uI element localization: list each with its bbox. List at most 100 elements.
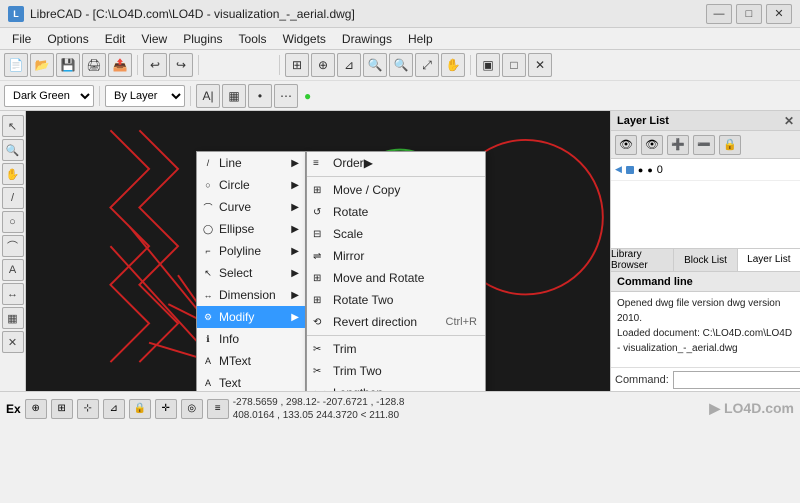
menu-options[interactable]: Options [39,28,96,49]
submenu-move-rotate[interactable]: ⊞ Move and Rotate [307,267,485,289]
dimension-arrow: ▶ [291,290,299,301]
menu-item-circle[interactable]: ○ Circle ▶ [197,174,305,196]
menu-item-line[interactable]: / Line ▶ [197,152,305,174]
menu-widgets[interactable]: Widgets [275,28,334,49]
menu-item-curve[interactable]: ⌒ Curve ▶ [197,196,305,218]
submenu-move-copy[interactable]: ⊞ Move / Copy [307,179,485,201]
pan-button[interactable]: ✋ [441,53,465,77]
submenu-lengthen[interactable]: ⟺ Lengthen [307,382,485,391]
modify-arrow: ▶ [291,312,299,323]
separator-1 [137,55,138,75]
export-button[interactable]: 📤 [108,53,132,77]
tab-library-browser[interactable]: Library Browser [611,249,674,271]
lt-circle[interactable]: ○ [2,211,24,233]
lt-dim[interactable]: ↔ [2,283,24,305]
lt-line[interactable]: / [2,187,24,209]
extra-status-btn[interactable]: ≡ [207,399,229,419]
menu-drawings[interactable]: Drawings [334,28,400,49]
layer-visible-btn[interactable]: 👁 [615,135,637,155]
minimize-button[interactable]: — [706,4,732,24]
menu-plugins[interactable]: Plugins [175,28,230,49]
revert-icon: ⟲ [313,317,321,328]
menu-tools[interactable]: Tools [231,28,275,49]
menu-item-text[interactable]: A Text [197,372,305,391]
menu-edit[interactable]: Edit [97,28,134,49]
ortho-status-btn[interactable]: ⊿ [103,399,125,419]
layer-add-btn[interactable]: ➕ [667,135,689,155]
menu-view[interactable]: View [133,28,175,49]
snap-status-btn[interactable]: ⊕ [25,399,47,419]
command-input[interactable] [673,371,800,389]
rel-status-btn[interactable]: ◎ [181,399,203,419]
grid-button[interactable]: ⊞ [285,53,309,77]
maximize-button[interactable]: □ [736,4,762,24]
ortho-button[interactable]: ⊿ [337,53,361,77]
more-btn[interactable]: ⋯ [274,84,298,108]
lock-status-btn[interactable]: 🔒 [129,399,151,419]
coord-status-btn[interactable]: ✛ [155,399,177,419]
pen-dropdown[interactable]: By Layer [105,85,185,107]
menu-help[interactable]: Help [400,28,441,49]
layer-freeze-btn[interactable]: 👁 [641,135,663,155]
layer-row-0[interactable]: ◀ ● ● 0 [611,159,800,181]
submenu-scale[interactable]: ⊟ Scale [307,223,485,245]
lt-pan[interactable]: ✋ [2,163,24,185]
redo-button[interactable]: ↪ [169,53,193,77]
menu-item-mtext[interactable]: A MText [197,350,305,372]
lt-zoom[interactable]: 🔍 [2,139,24,161]
submenu-trim[interactable]: ✂ Trim [307,338,485,360]
lt-erase[interactable]: ✕ [2,331,24,353]
canvas-area[interactable]: / Line ▶ ○ Circle ▶ ⌒ Curve ▶ ◯ Ellipse [26,111,610,391]
select-all-button[interactable]: ▣ [476,53,500,77]
submenu-rotate-two[interactable]: ⊞ Rotate Two [307,289,485,311]
deselect-button[interactable]: □ [502,53,526,77]
submenu-revert[interactable]: ⟲ Revert direction Ctrl+R [307,311,485,333]
point-btn[interactable]: • [248,84,272,108]
open-button[interactable]: 📂 [30,53,54,77]
lt-pointer[interactable]: ↖ [2,115,24,137]
lengthen-icon: ⟺ [313,388,327,392]
zoom-fit-button[interactable]: ⤢ [415,53,439,77]
submenu-order[interactable]: ≡ Order ▶ [307,152,485,174]
submenu-trim-two[interactable]: ✂ Trim Two [307,360,485,382]
app-icon: L [8,6,24,22]
delete-button[interactable]: ✕ [528,53,552,77]
hatch-btn[interactable]: ▦ [222,84,246,108]
toolbar-row-2: Dark Green By Layer A| ▦ • ⋯ ● [0,80,800,110]
tab-layer-list[interactable]: Layer List [738,249,800,271]
menu-file[interactable]: File [4,28,39,49]
grid-status-btn[interactable]: ⊞ [51,399,73,419]
zoom-in-button[interactable]: 🔍 [363,53,387,77]
menu-item-info[interactable]: ℹ Info [197,328,305,350]
zoom-out-button[interactable]: 🔍 [389,53,413,77]
snap2-status-btn[interactable]: ⊹ [77,399,99,419]
line-icon: / [201,156,215,170]
command-header: Command line [611,272,800,292]
menu-item-ellipse[interactable]: ◯ Ellipse ▶ [197,218,305,240]
submenu-mirror[interactable]: ⇌ Mirror [307,245,485,267]
lt-hatch[interactable]: ▦ [2,307,24,329]
lt-text[interactable]: A [2,259,24,281]
snap-button[interactable]: ⊕ [311,53,335,77]
select-arrow: ▶ [291,268,299,279]
text-btn[interactable]: A| [196,84,220,108]
menu-item-dimension[interactable]: ↔ Dimension ▶ [197,284,305,306]
menu-item-select[interactable]: ↖ Select ▶ [197,262,305,284]
status-coords: -278.5659 , 298.12- -207.6721 , -128.8 4… [233,396,405,422]
close-button[interactable]: ✕ [766,4,792,24]
undo-button[interactable]: ↩ [143,53,167,77]
menu-item-polyline[interactable]: ⌐ Polyline ▶ [197,240,305,262]
menu-item-modify[interactable]: ⚙ Modify ▶ [197,306,305,328]
layer-remove-btn[interactable]: ➖ [693,135,715,155]
print-button[interactable]: 🖨 [82,53,106,77]
layer-lock-btn[interactable]: 🔒 [719,135,741,155]
command-prompt-label: Command: [615,374,669,386]
panel-close-button[interactable]: ✕ [784,114,794,128]
submenu-rotate[interactable]: ↺ Rotate [307,201,485,223]
tab-block-list[interactable]: Block List [674,249,737,271]
layer-dropdown[interactable]: Dark Green [4,85,94,107]
context-menu: / Line ▶ ○ Circle ▶ ⌒ Curve ▶ ◯ Ellipse [196,151,486,391]
lt-arc[interactable]: ⌒ [2,235,24,257]
new-button[interactable]: 📄 [4,53,28,77]
save-button[interactable]: 💾 [56,53,80,77]
